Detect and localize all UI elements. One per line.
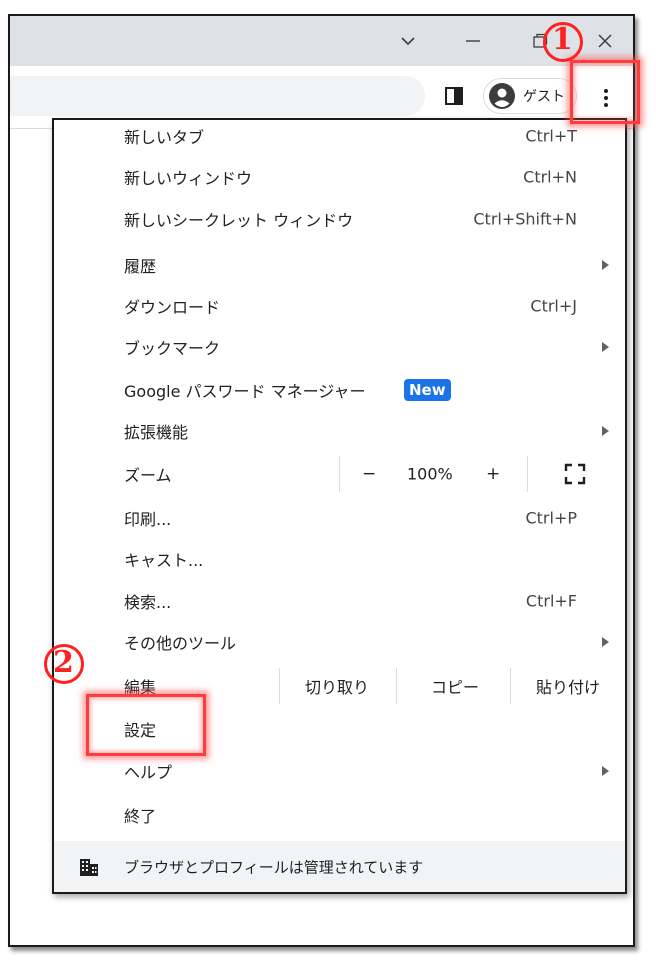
step1-number: 1 (552, 22, 573, 57)
menu-item-find[interactable]: 検索... Ctrl+F (54, 581, 625, 621)
menu-item-label: 新しいウィンドウ (124, 169, 253, 188)
zoom-out-button[interactable]: − (362, 464, 376, 484)
zoom-label: ズーム (124, 466, 172, 485)
menu-item-cast[interactable]: キャスト... (54, 539, 625, 579)
new-badge: New (404, 379, 451, 401)
menu-item-more-tools[interactable]: その他のツール (54, 622, 625, 662)
paste-button[interactable]: 貼り付け (536, 674, 600, 698)
tab-search-button[interactable] (388, 24, 428, 58)
menu-item-label: 終了 (124, 807, 157, 826)
menu-item-zoom: ズーム − 100% + (54, 454, 625, 494)
cut-button[interactable]: 切り取り (305, 674, 369, 698)
menu-item-label: 印刷... (124, 510, 172, 529)
divider (279, 668, 280, 704)
menu-item-label: 新しいシークレット ウィンドウ (124, 211, 354, 230)
menu-item-new-tab[interactable]: 新しいタブ Ctrl+T (54, 116, 625, 156)
highlight-settings (86, 694, 206, 756)
divider (510, 668, 511, 704)
menu-item-label: ブックマーク (124, 339, 221, 358)
menu-item-label: 拡張機能 (124, 423, 189, 442)
shortcut-label: Ctrl+F (525, 591, 577, 611)
close-icon (598, 34, 612, 48)
menu-item-exit[interactable]: 終了 (54, 795, 625, 835)
copy-button[interactable]: コピー (431, 674, 479, 698)
step2-number: 2 (53, 645, 74, 680)
submenu-arrow-icon (602, 342, 609, 352)
menu-item-label: Google パスワード マネージャー (124, 382, 366, 401)
submenu-arrow-icon (602, 637, 609, 647)
side-panel-icon (445, 87, 463, 105)
building-icon (80, 859, 98, 876)
divider (339, 456, 340, 492)
shortcut-label: Ctrl+N (523, 167, 577, 187)
shortcut-label: Ctrl+T (525, 126, 577, 146)
menu-item-label: その他のツール (124, 634, 237, 653)
address-bar[interactable] (10, 76, 425, 116)
menu-item-extensions[interactable]: 拡張機能 (54, 411, 625, 451)
zoom-in-button[interactable]: + (486, 464, 500, 484)
side-panel-button[interactable] (443, 85, 465, 107)
menu-item-downloads[interactable]: ダウンロード Ctrl+J (54, 286, 625, 326)
profile-name: ゲスト (523, 89, 565, 105)
footer-text: ブラウザとプロフィールは管理されています (124, 858, 424, 876)
menu-item-new-window[interactable]: 新しいウィンドウ Ctrl+N (54, 157, 625, 197)
minimize-button[interactable] (453, 24, 493, 58)
menu-item-label: ダウンロード (124, 298, 221, 317)
menu-item-history[interactable]: 履歴 (54, 245, 625, 285)
divider (527, 456, 528, 492)
menu-item-bookmarks[interactable]: ブックマーク (54, 327, 625, 367)
menu-item-label: ヘルプ (124, 763, 173, 782)
submenu-arrow-icon (602, 426, 609, 436)
menu-item-new-incognito[interactable]: 新しいシークレット ウィンドウ Ctrl+Shift+N (54, 199, 625, 239)
fullscreen-icon[interactable] (564, 463, 586, 485)
chrome-menu: 新しいタブ Ctrl+T 新しいウィンドウ Ctrl+N 新しいシークレット ウ… (52, 118, 627, 894)
zoom-level: 100% (407, 464, 453, 484)
menu-item-help[interactable]: ヘルプ (54, 751, 625, 791)
chevron-down-icon (401, 37, 415, 46)
shortcut-label: Ctrl+Shift+N (473, 209, 577, 229)
menu-item-password-manager[interactable]: Google パスワード マネージャー New (54, 370, 625, 410)
shortcut-label: Ctrl+P (525, 508, 577, 528)
divider (396, 668, 397, 704)
close-button[interactable] (585, 24, 625, 58)
menu-item-label: 履歴 (124, 257, 157, 276)
profile-button[interactable]: ゲスト (483, 78, 577, 114)
managed-footer[interactable]: ブラウザとプロフィールは管理されています (54, 841, 625, 892)
shortcut-label: Ctrl+J (530, 296, 577, 316)
submenu-arrow-icon (602, 766, 609, 776)
browser-window: ゲスト 新しいタブ Ctrl+T 新しいウィンドウ Ctrl+N 新しいシークレ… (8, 14, 635, 947)
title-bar (10, 16, 633, 66)
menu-item-label: キャスト... (124, 551, 204, 570)
menu-item-label: 検索... (124, 593, 172, 612)
highlight-menu-button (570, 60, 640, 124)
menu-item-print[interactable]: 印刷... Ctrl+P (54, 498, 625, 538)
menu-item-label: 新しいタブ (124, 128, 205, 147)
avatar-icon (489, 83, 515, 109)
minimize-icon (466, 40, 480, 42)
submenu-arrow-icon (602, 260, 609, 270)
